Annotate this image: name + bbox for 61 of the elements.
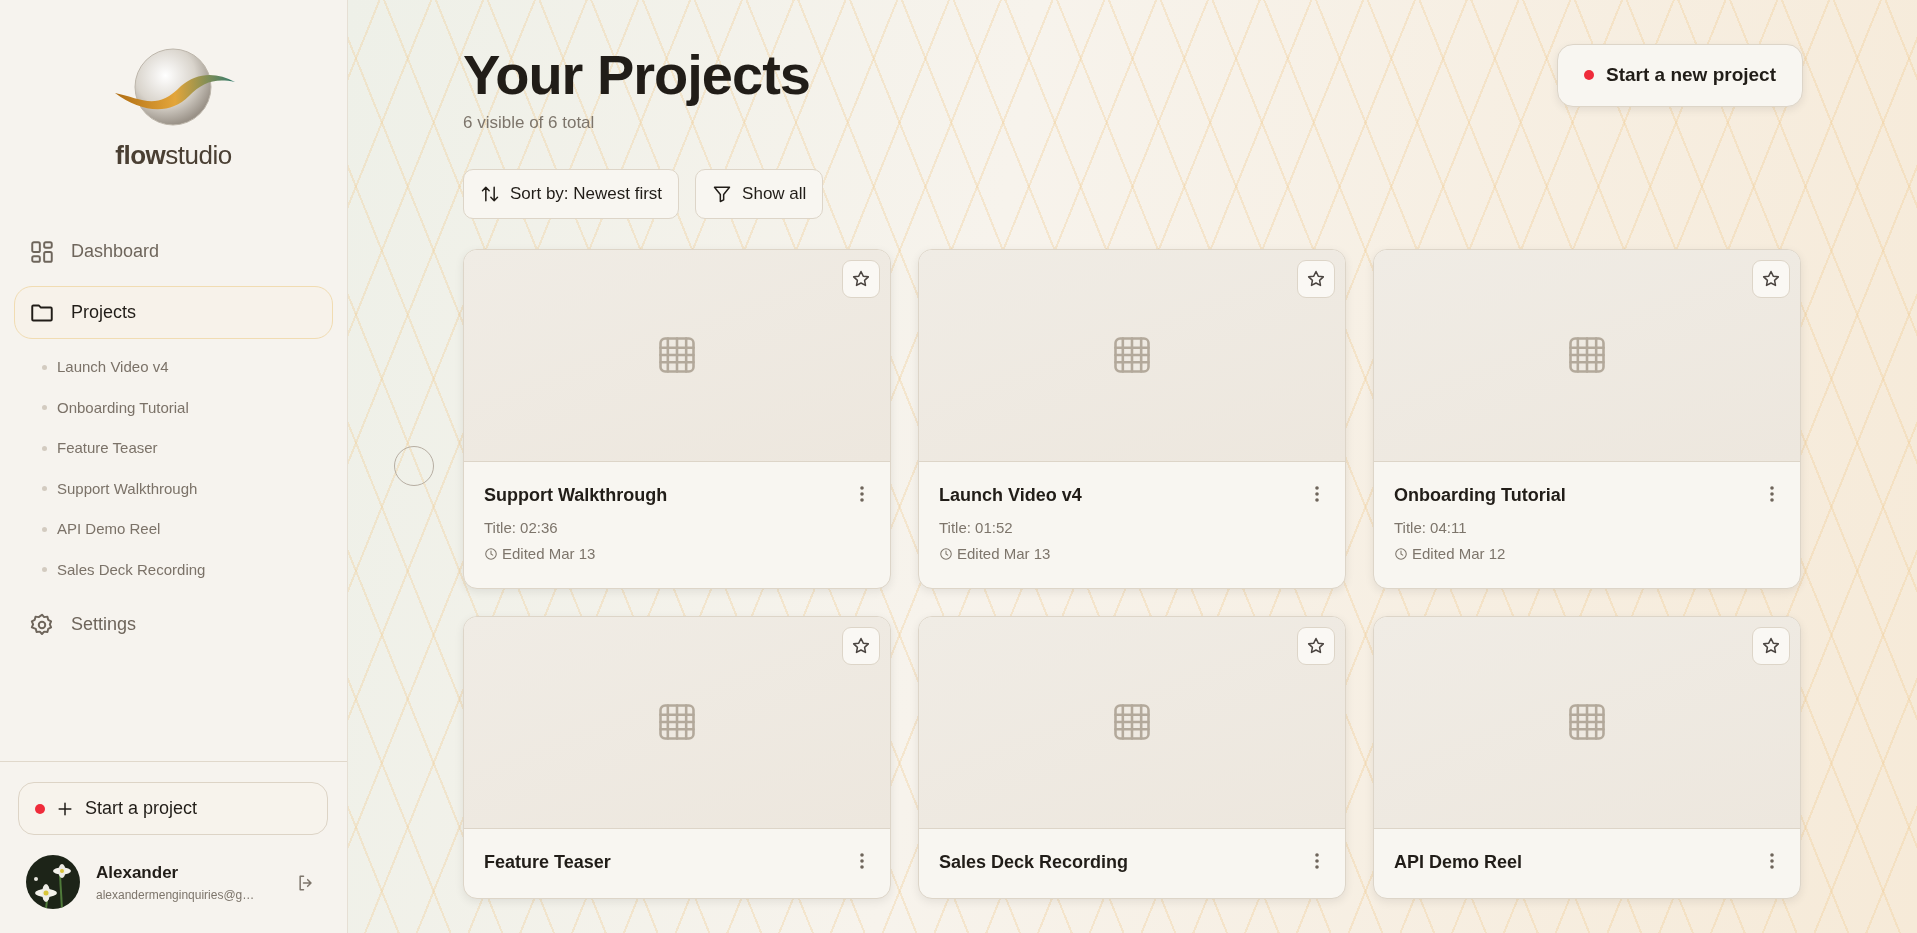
settings-icon: [29, 611, 55, 638]
more-options-icon: [1315, 485, 1319, 502]
bullet-icon: [42, 445, 47, 451]
sidebar-subitem[interactable]: Feature Teaser: [0, 428, 347, 469]
edited-date: Edited Mar 13: [502, 544, 596, 565]
project-title: Sales Deck Recording: [939, 850, 1129, 874]
more-options-icon: [1770, 485, 1774, 502]
favorite-button[interactable]: [1297, 626, 1335, 665]
project-title: Feature Teaser: [484, 850, 611, 874]
bullet-icon: [42, 486, 47, 492]
bullet-icon: [42, 405, 47, 411]
project-duration: Title: 02:36: [484, 517, 559, 538]
sidebar-subitem[interactable]: Onboarding Tutorial: [0, 387, 347, 428]
more-options-icon: [860, 485, 864, 502]
edited-date: Edited Mar 12: [1412, 544, 1506, 565]
favorite-button[interactable]: [1752, 259, 1790, 298]
record-dot-icon: [1584, 70, 1594, 81]
edited-date: Edited Mar 13: [957, 544, 1051, 565]
more-options-icon: [1315, 852, 1319, 869]
project-card[interactable]: Support Walkthrough Title: 02:36 Edited Mar 13: [463, 248, 891, 589]
project-title: API Demo Reel: [1394, 850, 1523, 874]
record-dot-icon: [35, 803, 45, 814]
favorite-button[interactable]: [842, 259, 880, 298]
sidebar-subitem[interactable]: Sales Deck Recording: [0, 549, 347, 590]
clock-icon: [939, 547, 953, 562]
filter-button[interactable]: Show all: [695, 169, 824, 219]
favorite-button[interactable]: [842, 626, 880, 665]
start-project-button[interactable]: Start a project: [18, 782, 328, 835]
dashboard-icon: [29, 238, 55, 265]
project-title: Onboarding Tutorial: [1394, 483, 1566, 507]
sidebar-subitem[interactable]: API Demo Reel: [0, 509, 347, 550]
project-card[interactable]: Feature Teaser: [463, 615, 891, 899]
nav-item[interactable]: Projects: [14, 286, 333, 339]
page-title: Your Projects: [463, 44, 810, 106]
sort-button[interactable]: Sort by: Newest first: [463, 169, 680, 219]
project-title: Support Walkthrough: [484, 483, 668, 507]
clock-icon: [484, 547, 498, 562]
sidebar-subitem[interactable]: Support Walkthrough: [0, 468, 347, 509]
nav-item[interactable]: Dashboard: [14, 225, 333, 278]
project-card[interactable]: Launch Video v4 Title: 01:52 Edited Mar 13: [918, 248, 1346, 589]
nav-item[interactable]: Settings: [14, 598, 333, 651]
project-duration: Title: 01:52: [939, 517, 1014, 538]
sidebar-subitem[interactable]: Launch Video v4: [0, 347, 347, 388]
project-count: 6 visible of 6 total: [463, 111, 596, 134]
bullet-icon: [42, 526, 47, 532]
favorite-button[interactable]: [1752, 626, 1790, 665]
project-card[interactable]: Sales Deck Recording: [918, 615, 1346, 899]
more-options-icon: [860, 852, 864, 869]
favorite-button[interactable]: [1297, 259, 1335, 298]
project-duration: Title: 04:11: [1394, 517, 1468, 538]
new-project-button[interactable]: Start a new project: [1557, 44, 1803, 107]
project-card[interactable]: API Demo Reel: [1373, 615, 1801, 899]
project-card[interactable]: Onboarding Tutorial Title: 04:11 Edited Mar 12: [1373, 248, 1801, 589]
bullet-icon: [42, 567, 47, 573]
brand-name: flowstudio: [115, 139, 232, 172]
user-email: alexandermenginquiries@g…: [96, 886, 255, 904]
clock-icon: [1394, 547, 1408, 562]
bullet-icon: [42, 364, 47, 370]
more-options-icon: [1770, 852, 1774, 869]
project-title: Launch Video v4: [939, 483, 1082, 507]
user-name: Alexander: [96, 862, 180, 885]
